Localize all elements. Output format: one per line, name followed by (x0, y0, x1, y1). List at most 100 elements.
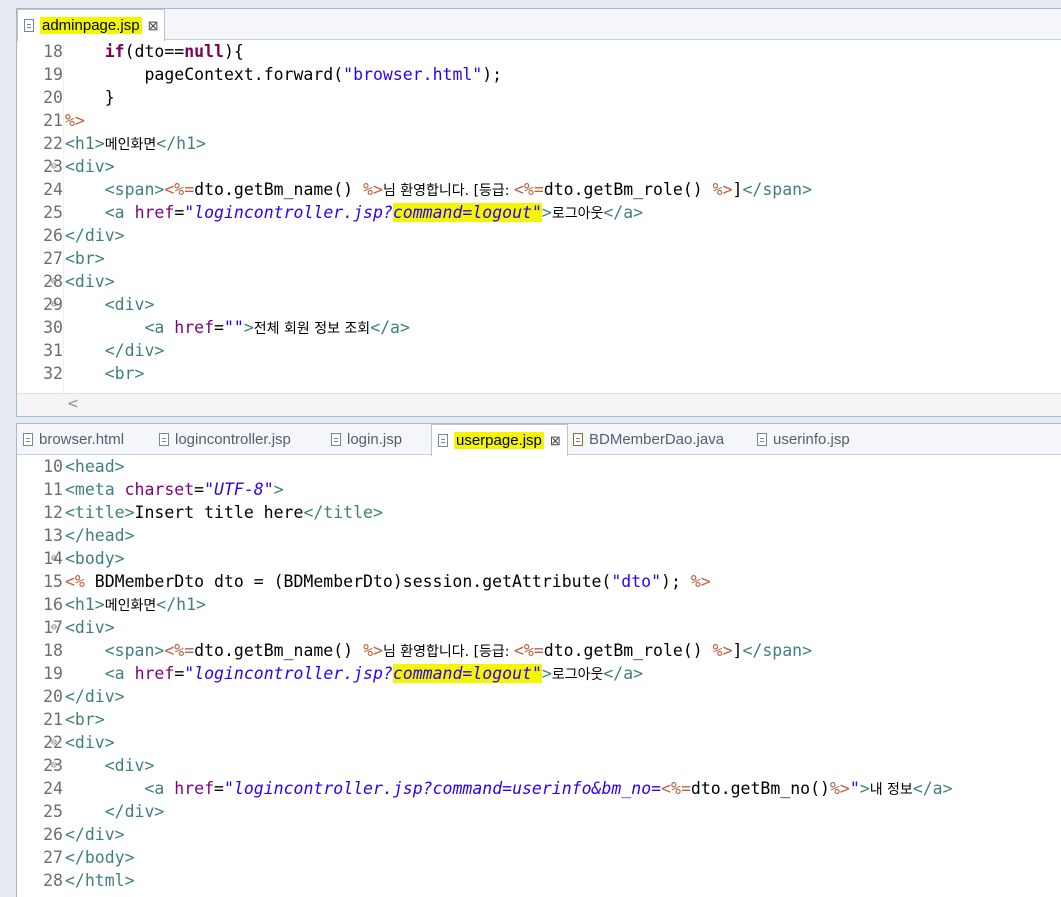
html-tag: <div> (65, 618, 115, 637)
html-tag: <div> (65, 272, 115, 291)
code-text: <a href="logincontroller.jsp?command=use… (65, 777, 952, 802)
code-editor[interactable]: 18 if(dto==null){ 19 pageContext.forward… (17, 40, 1061, 385)
horizontal-scrollbar[interactable]: < (17, 393, 1061, 416)
html-tag: <a (144, 318, 175, 337)
attribute-value: "logincontroller.jsp?command=userinfo&bm… (223, 779, 662, 798)
html-tag: <div> (65, 733, 115, 752)
line-number: 19 (43, 65, 63, 84)
line-number: 18 (43, 641, 63, 660)
code-token: = (174, 203, 185, 222)
jsp-delimiter: %> (690, 572, 711, 591)
tab-adminpage[interactable]: adminpage.jsp ⊠ (17, 9, 166, 41)
html-tag: <br> (65, 249, 105, 268)
line-number: 27 (43, 848, 63, 867)
tab-bdmemberdao-java[interactable]: BDMemberDao.java (573, 424, 724, 454)
code-line: 20 } (17, 86, 1061, 109)
tab-browser-html[interactable]: browser.html (23, 424, 124, 454)
html-tag: > (243, 318, 254, 337)
code-text: <div> (65, 754, 155, 777)
html-tag: <title> (65, 503, 135, 522)
editor-pane-adminpage: adminpage.jsp ⊠ 18 if(dto==null){ 19 pag… (16, 8, 1061, 417)
line-number: 12 (43, 503, 63, 522)
korean-text: 내 정보 (869, 782, 913, 798)
code-line: 26 </div> (17, 224, 1061, 247)
code-line: 25 </div> (17, 800, 1061, 823)
html-tag: <h1> (65, 134, 105, 153)
fold-icon[interactable]: ⊖ (51, 270, 57, 293)
code-token: ); (661, 572, 691, 591)
html-tag: </div> (104, 802, 165, 821)
html-tag: <meta (65, 480, 125, 499)
line-number: 30 (43, 318, 63, 337)
attribute-value: " (849, 779, 860, 798)
code-text: if(dto==null){ (65, 40, 244, 63)
code-token: = (174, 664, 185, 683)
line-number: 22 (43, 134, 63, 153)
line-number: 21 (43, 111, 63, 130)
code-editor[interactable]: 10 <head> 11 <meta charset="UTF-8"> 12 <tit… (17, 455, 1061, 892)
code-text: %> (65, 109, 85, 132)
code-token: dto.getBm_role() (543, 180, 713, 199)
line-number: 19 (43, 664, 63, 683)
tab-label: browser.html (39, 430, 125, 448)
html-tag: </div> (65, 226, 125, 245)
code-line: 16 <h1>메인화면</h1> (17, 593, 1061, 616)
attribute-value: "logincontroller.jsp? (184, 203, 393, 222)
tab-login-jsp[interactable]: login.jsp (331, 424, 402, 454)
code-line: 28 ⊖ <div> (17, 270, 1061, 293)
line-number: 25 (43, 203, 63, 222)
code-text: </html> (65, 869, 135, 892)
line-number: 15 (43, 572, 63, 591)
html-tag: </a> (370, 318, 410, 337)
html-tag: </div> (104, 341, 165, 360)
code-line: 20 </div> (17, 685, 1061, 708)
file-icon (438, 434, 448, 447)
code-line: 13 </head> (17, 524, 1061, 547)
attribute-value: "" (223, 318, 244, 337)
code-line: 15 <% BDMemberDto dto = (BDMemberDto)sess… (17, 570, 1061, 593)
line-number: 25 (43, 802, 63, 821)
fold-icon[interactable]: ⊖ (51, 155, 57, 178)
tab-userpage-jsp[interactable]: userpage.jsp ⊠ (431, 424, 568, 456)
jsp-delimiter: <%= (164, 641, 195, 660)
html-attribute: href (174, 779, 215, 798)
html-tag: </h1> (156, 595, 206, 614)
file-icon (23, 432, 33, 446)
tab-userinfo-jsp[interactable]: userinfo.jsp (757, 424, 850, 454)
code-text: <span><%=dto.getBm_name() %>님 환영합니다. [등급… (65, 639, 812, 664)
editor-tabbar: browser.html logincontroller.jsp login.j… (17, 424, 1061, 456)
code-token: dto.getBm_name() (194, 641, 364, 660)
jsp-delimiter: %> (829, 779, 850, 798)
code-token: ] (732, 641, 743, 660)
tab-label: adminpage.jsp (40, 17, 142, 34)
html-tag: > (273, 480, 284, 499)
tab-logincontroller-jsp[interactable]: logincontroller.jsp (159, 424, 291, 454)
scroll-left-icon[interactable]: < (67, 396, 79, 412)
tab-label: userinfo.jsp (773, 430, 850, 448)
close-icon[interactable]: ⊠ (148, 18, 159, 34)
code-line: 23 ⊖ <div> (17, 155, 1061, 178)
jsp-delimiter: <%= (661, 779, 691, 798)
fold-icon[interactable]: ⊖ (51, 754, 57, 777)
html-tag: <span> (104, 180, 165, 199)
jsp-delimiter: %> (712, 641, 733, 660)
code-text: </body> (65, 846, 135, 869)
code-text: <a href="logincontroller.jsp?command=log… (65, 201, 643, 226)
code-token: ); (482, 65, 503, 84)
html-tag: </span> (742, 641, 813, 660)
code-line: 24 <span><%=dto.getBm_name() %>님 환영합니다. … (17, 178, 1061, 201)
html-tag: </div> (65, 825, 125, 844)
code-text: } (65, 86, 115, 109)
html-tag: > (541, 664, 552, 683)
fold-icon[interactable]: ⊖ (51, 547, 57, 570)
jsp-delimiter: <%= (513, 641, 544, 660)
korean-text: 메인화면 (104, 137, 157, 153)
html-tag: > (859, 779, 870, 798)
html-tag: <h1> (65, 595, 105, 614)
close-icon[interactable]: ⊠ (550, 433, 561, 449)
code-text: <div> (65, 293, 155, 316)
fold-icon[interactable]: ⊖ (51, 616, 57, 639)
html-tag: <br> (104, 364, 145, 383)
fold-icon[interactable]: ⊖ (51, 293, 57, 316)
fold-icon[interactable]: ⊖ (51, 731, 57, 754)
